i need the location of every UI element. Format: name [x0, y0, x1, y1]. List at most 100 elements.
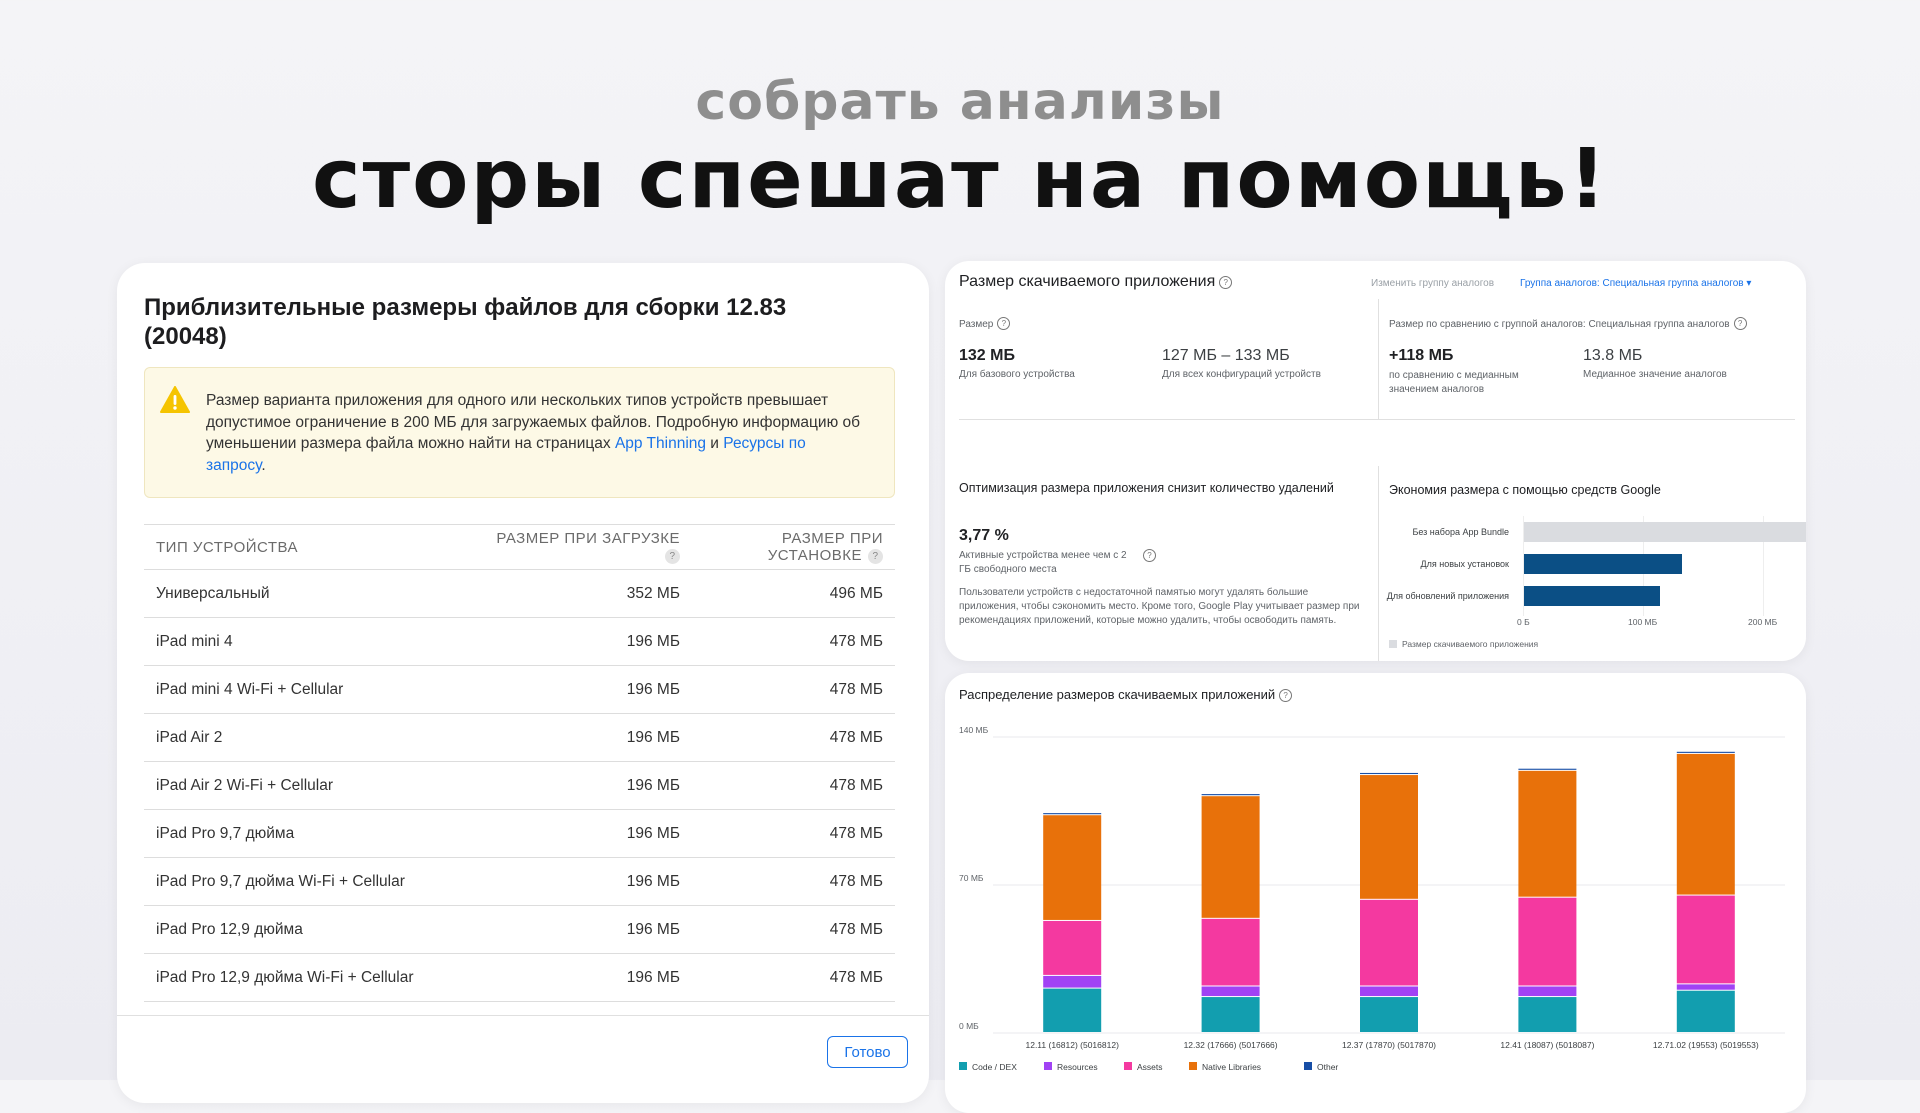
stacked-bar-segment: [1518, 897, 1577, 986]
chart-title: Распределение размеров скачиваемых прило…: [959, 687, 1293, 702]
stacked-bar-segment: [1201, 997, 1260, 1032]
legend-label: Other: [1317, 1062, 1338, 1072]
install-size-cell: 478 МБ: [692, 857, 895, 906]
stacked-bar-segment: [1676, 895, 1735, 984]
download-size-cell: 196 МБ: [468, 905, 692, 954]
legend-swatch: [1304, 1062, 1312, 1070]
stacked-bar-segment: [1676, 753, 1735, 895]
base-size-value: 132 МБ: [959, 347, 1015, 364]
help-icon[interactable]: ?: [997, 317, 1011, 330]
x-tick-label: 100 МБ: [1628, 617, 1658, 627]
stacked-bar-segment: [1201, 986, 1260, 997]
dialog-title: Приблизительные размеры файлов для сборк…: [144, 294, 787, 350]
device-cell: iPad Air 2: [144, 713, 468, 762]
stacked-bar-segment: [1360, 775, 1418, 899]
savings-legend: Размер скачиваемого приложения: [1389, 639, 1538, 649]
download-size-cell: 196 МБ: [468, 761, 692, 810]
install-size-cell: 496 МБ: [692, 569, 895, 618]
device-cell: iPad Pro 12,9 дюйма Wi-Fi + Cellular: [144, 953, 468, 1002]
stacked-bar-segment: [1360, 899, 1418, 986]
device-cell: iPad mini 4: [144, 617, 468, 666]
download-size-cell: 196 МБ: [468, 953, 692, 1002]
savings-title: Экономия размера с помощью средств Googl…: [1389, 483, 1661, 497]
legend-label: Assets: [1137, 1062, 1163, 1072]
stacked-bar-segment: [1360, 772, 1418, 775]
install-size-cell: 478 МБ: [692, 905, 895, 954]
help-icon[interactable]: ?: [1279, 689, 1293, 702]
table-row: iPad Pro 12,9 дюйма Wi-Fi + Cellular 196 …: [144, 953, 895, 1002]
help-icon[interactable]: ?: [868, 549, 883, 564]
header-device-type: ТИП УСТРОЙСТВА: [144, 524, 468, 570]
device-cell: iPad Air 2 Wi-Fi + Cellular: [144, 761, 468, 810]
header-install-size: РАЗМЕР ПРИ УСТАНОВКЕ?: [692, 524, 895, 570]
warning-text-part: .: [261, 456, 266, 474]
y-tick-label: 140 МБ: [959, 725, 989, 735]
hero-title: сторы спешат на помощь!: [311, 132, 1609, 227]
savings-bar: [1524, 522, 1806, 542]
header-label: РАЗМЕР ПРИ УСТАНОВКЕ: [767, 530, 883, 564]
download-size-card: Размер скачиваемого приложения? Изменить…: [945, 261, 1806, 661]
download-size-cell: 352 МБ: [468, 569, 692, 618]
download-size-cell: 196 МБ: [468, 857, 692, 906]
x-tick-label: 12.32 (17666) (5017666): [1184, 1040, 1278, 1050]
help-glyph: ?: [1143, 549, 1156, 562]
table-header-row: ТИП УСТРОЙСТВА РАЗМЕР ПРИ ЗАГРУЗКЕ? РАЗМ…: [144, 524, 895, 570]
header-label: ТИП УСТРОЙСТВА: [156, 538, 299, 556]
size-distribution-card: 0 МБ 70 МБ 140 МБ 12.11 (16812) (5016812) 12…: [945, 673, 1806, 1113]
device-size-table: ТИП УСТРОЙСТВА РАЗМЕР ПРИ ЗАГРУЗКЕ? РАЗМ…: [144, 524, 895, 1002]
optimization-title: Оптимизация размера приложения снизит ко…: [959, 481, 1334, 495]
stacked-bar-segment: [1201, 796, 1260, 918]
device-cell: Универсальный: [144, 569, 468, 618]
optimization-body: Пользователи устройств с недостаточной п…: [959, 587, 1360, 626]
change-peer-group-link[interactable]: Изменить группу аналогов: [1371, 278, 1494, 289]
x-tick-label: 12.37 (17870) (5017870): [1342, 1040, 1436, 1050]
all-configs-caption: Для всех конфигураций устройств: [1162, 369, 1321, 380]
help-icon[interactable]: ?: [1139, 549, 1156, 562]
warning-icon: [160, 386, 190, 413]
install-size-cell: 478 МБ: [692, 617, 895, 666]
install-size-cell: 478 МБ: [692, 809, 895, 858]
legend-label: Resources: [1057, 1062, 1098, 1072]
hero-subtitle: собрать анализы: [695, 72, 1225, 132]
stacked-bar-segment: [1043, 813, 1102, 815]
base-size-caption: Для базового устройства: [959, 369, 1075, 380]
stacked-bar-segment: [1518, 768, 1577, 770]
legend-swatch: [1189, 1062, 1197, 1070]
table-row: Универсальный 352 МБ 496 МБ: [144, 569, 895, 618]
peer-group-dropdown[interactable]: Группа аналогов: Специальная группа анал…: [1520, 278, 1751, 289]
legend-swatch: [1124, 1062, 1132, 1070]
download-size-cell: 196 МБ: [468, 665, 692, 714]
chart-title-text: Распределение размеров скачиваемых прило…: [959, 687, 1276, 702]
app-thinning-link[interactable]: App Thinning: [615, 435, 706, 452]
device-cell: iPad Pro 9,7 дюйма Wi-Fi + Cellular: [144, 857, 468, 906]
stacked-bar-segment: [1518, 986, 1577, 997]
x-tick-label: 0 Б: [1517, 617, 1530, 627]
x-tick-label: 200 МБ: [1748, 617, 1778, 627]
table-row: iPad mini 4 196 МБ 478 МБ: [144, 617, 895, 666]
stacked-bar-segment: [1518, 770, 1577, 897]
device-cell: iPad Pro 12,9 дюйма: [144, 905, 468, 954]
help-icon[interactable]: ?: [665, 549, 680, 564]
optimization-caption: Активные устройства менее чем с 2 ГБ сво…: [959, 550, 1127, 575]
optimization-value: 3,77 %: [959, 527, 1009, 544]
stacked-bar-segment: [1676, 990, 1735, 1032]
done-button[interactable]: Готово: [827, 1036, 908, 1068]
y-tick-label: 70 МБ: [959, 873, 984, 883]
download-size-cell: 196 МБ: [468, 617, 692, 666]
stacked-bar-segment: [1043, 815, 1102, 920]
help-icon[interactable]: ?: [1733, 317, 1747, 330]
peer-compare-label-text: Размер по сравнению с группой аналогов: …: [1389, 319, 1730, 330]
savings-bar-label: Для новых установок: [1420, 559, 1509, 569]
stacked-bar-segment: [1518, 997, 1577, 1032]
legend-label: Размер скачиваемого приложения: [1402, 639, 1539, 649]
header-label: РАЗМЕР ПРИ ЗАГРУЗКЕ: [496, 530, 680, 547]
x-tick-label: 12.11 (16812) (5016812): [1025, 1040, 1119, 1050]
stacked-bar-segment: [1676, 751, 1735, 753]
legend-label: Code / DEX: [972, 1062, 1017, 1072]
median-caption: Медианное значение аналогов: [1583, 369, 1727, 380]
stacked-bar-segment: [1201, 918, 1260, 986]
stacked-bar-segment: [1201, 794, 1260, 796]
help-icon[interactable]: ?: [1219, 276, 1233, 289]
download-size-cell: 196 МБ: [468, 713, 692, 762]
y-tick-label: 0 МБ: [959, 1021, 979, 1031]
